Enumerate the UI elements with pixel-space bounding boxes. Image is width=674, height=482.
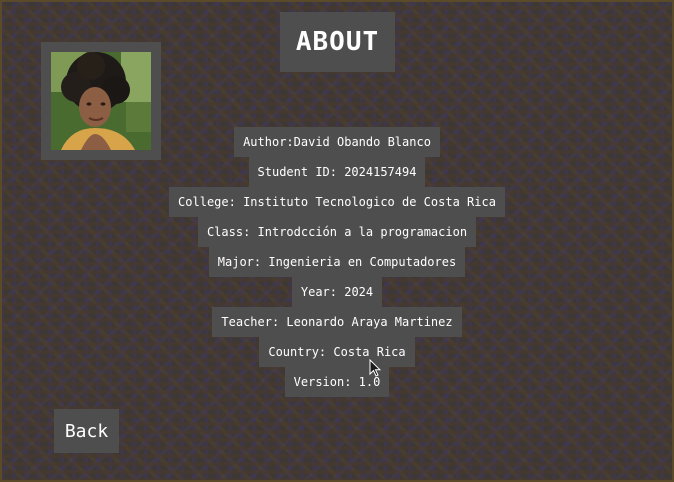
info-row-major: Major: Ingenieria en Computadores (0, 247, 674, 277)
country-label: Country: Costa Rica (259, 337, 415, 367)
year-label: Year: 2024 (291, 277, 383, 307)
info-row-class: Class: Introdcción a la programacion (0, 217, 674, 247)
info-row-version: Version: 1.0 (0, 367, 674, 397)
info-row-author: Author:David Obando Blanco (0, 127, 674, 157)
info-row-country: Country: Costa Rica (0, 337, 674, 367)
info-row-teacher: Teacher: Leonardo Araya Martinez (0, 307, 674, 337)
college-label: College: Instituto Tecnologico de Costa … (169, 187, 505, 217)
major-label: Major: Ingenieria en Computadores (208, 247, 466, 277)
info-row-year: Year: 2024 (0, 277, 674, 307)
class-label: Class: Introdcción a la programacion (197, 217, 477, 247)
back-button[interactable]: Back (54, 409, 119, 453)
author-label: Author:David Obando Blanco (234, 127, 440, 157)
mouse-pointer-icon (369, 358, 382, 377)
student-id-label: Student ID: 2024157494 (248, 157, 426, 187)
page-title: ABOUT (280, 12, 395, 72)
info-row-student-id: Student ID: 2024157494 (0, 157, 674, 187)
teacher-label: Teacher: Leonardo Araya Martinez (212, 307, 462, 337)
info-row-college: College: Instituto Tecnologico de Costa … (0, 187, 674, 217)
